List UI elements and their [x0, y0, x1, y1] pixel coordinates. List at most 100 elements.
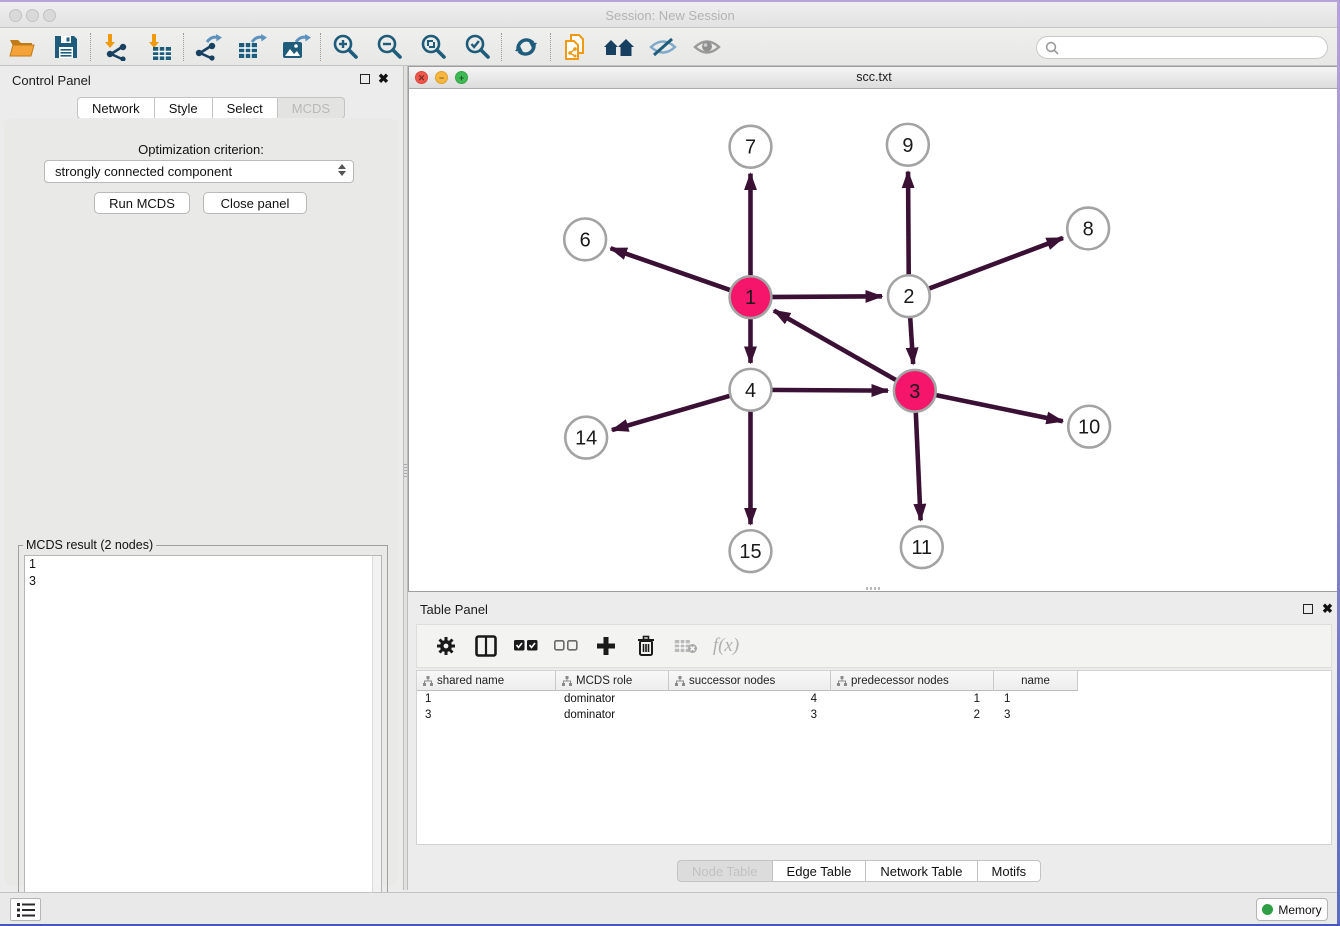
splitter-handle[interactable] — [404, 464, 407, 478]
save-session-button[interactable] — [44, 30, 88, 64]
import-table-button[interactable] — [137, 30, 181, 64]
column-header-name[interactable]: name — [994, 671, 1078, 691]
graph-node-4[interactable]: 4 — [730, 369, 772, 411]
svg-text:3: 3 — [909, 381, 920, 403]
network-canvas[interactable]: 7 9 6 8 1 2 4 3 14 10 15 11 — [409, 89, 1339, 591]
search-box[interactable] — [1036, 36, 1328, 59]
node-table-header: shared nameMCDS rolesuccessor nodesprede… — [417, 671, 1078, 691]
search-input[interactable] — [1064, 41, 1327, 55]
tab-select[interactable]: Select — [213, 97, 278, 119]
graph-node-2[interactable]: 2 — [888, 275, 930, 317]
result-scrollbar[interactable] — [372, 556, 381, 922]
new-network-from-selection-button[interactable] — [553, 30, 597, 64]
close-panel-button[interactable]: Close panel — [203, 192, 307, 214]
table-cell[interactable]: dominator — [556, 707, 669, 723]
graph-node-6[interactable]: 6 — [564, 218, 606, 260]
export-table-button[interactable] — [230, 30, 274, 64]
svg-text:1: 1 — [745, 287, 756, 309]
zoom-out-button[interactable] — [367, 30, 411, 64]
graph-node-7[interactable]: 7 — [730, 126, 772, 168]
hide-selected-button[interactable] — [641, 30, 685, 64]
column-header-shared-name[interactable]: shared name — [417, 671, 556, 691]
select-all-columns-button[interactable] — [511, 631, 541, 661]
control-panel-close-icon[interactable]: ✖ — [378, 71, 389, 87]
tab-mcds[interactable]: MCDS — [278, 97, 345, 119]
add-column-button[interactable] — [591, 631, 621, 661]
table-cell[interactable]: 1 — [831, 691, 994, 707]
tab-motifs[interactable]: Motifs — [978, 860, 1042, 882]
table-row[interactable]: 1dominator411 — [417, 691, 1078, 707]
show-columns-icon — [475, 635, 497, 657]
edge-2-8[interactable] — [909, 238, 1063, 296]
column-type-icon — [562, 676, 572, 686]
network-window-title: scc.txt — [409, 70, 1339, 84]
table-cell[interactable]: 3 — [669, 707, 831, 723]
table-cell[interactable]: 3 — [417, 707, 556, 723]
table-panel-close-icon[interactable]: ✖ — [1322, 601, 1333, 617]
table-cell[interactable]: 3 — [994, 707, 1078, 723]
zoom-in-button[interactable] — [323, 30, 367, 64]
table-cell[interactable]: 1 — [417, 691, 556, 707]
network-window-titlebar: ✕ − + scc.txt — [409, 67, 1339, 89]
network-view-window: ✕ − + scc.txt 7 9 6 8 1 2 4 3 14 10 15 11 — [408, 66, 1340, 592]
criterion-select[interactable]: strongly connected component — [44, 160, 354, 183]
show-columns-button[interactable] — [471, 631, 501, 661]
column-header-mcds-role[interactable]: MCDS role — [556, 671, 669, 691]
memory-button[interactable]: Memory — [1256, 898, 1328, 921]
table-cell[interactable]: 2 — [831, 707, 994, 723]
tab-node-table[interactable]: Node Table — [677, 860, 773, 882]
graph-node-1[interactable]: 1 — [730, 276, 772, 318]
table-cell[interactable]: dominator — [556, 691, 669, 707]
network-resize-handle[interactable] — [866, 587, 880, 590]
window-titlebar: Session: New Session — [0, 2, 1340, 28]
table-cell[interactable]: 1 — [994, 691, 1078, 707]
graph-node-10[interactable]: 10 — [1068, 406, 1110, 448]
table-cell[interactable]: 4 — [669, 691, 831, 707]
export-image-button[interactable] — [274, 30, 318, 64]
node-table[interactable]: shared nameMCDS rolesuccessor nodesprede… — [416, 670, 1332, 845]
delete-table-button[interactable] — [671, 631, 701, 661]
deselect-all-columns-button[interactable] — [551, 631, 581, 661]
tab-edge-table[interactable]: Edge Table — [773, 860, 867, 882]
show-all-button[interactable] — [685, 30, 729, 64]
graph-node-9[interactable]: 9 — [887, 124, 929, 166]
open-session-button[interactable] — [0, 30, 44, 64]
import-table-icon — [145, 33, 173, 61]
run-mcds-button[interactable]: Run MCDS — [94, 192, 190, 214]
import-network-button[interactable] — [93, 30, 137, 64]
graph-node-3[interactable]: 3 — [894, 370, 936, 412]
zoom-fit-button[interactable] — [411, 30, 455, 64]
tab-network[interactable]: Network — [77, 97, 155, 119]
graph-node-14[interactable]: 14 — [565, 417, 607, 459]
edge-3-1[interactable] — [774, 310, 915, 390]
edge-1-6[interactable] — [611, 248, 751, 297]
apply-layout-button[interactable] — [504, 30, 548, 64]
graph-node-8[interactable]: 8 — [1067, 208, 1109, 250]
control-panel-float-icon[interactable] — [360, 74, 370, 84]
edge-3-10[interactable] — [915, 391, 1063, 421]
tab-network-table[interactable]: Network Table — [866, 860, 977, 882]
control-panel-tabs: NetworkStyleSelectMCDS — [77, 97, 345, 119]
control-panel-title: Control Panel — [12, 73, 91, 88]
export-network-button[interactable] — [186, 30, 230, 64]
mcds-result-groupbox: MCDS result (2 nodes) 13 — [18, 545, 388, 926]
task-history-button[interactable] — [10, 898, 41, 921]
delete-column-button[interactable] — [631, 631, 661, 661]
column-header-successor-nodes[interactable]: successor nodes — [669, 671, 831, 691]
graph-node-15[interactable]: 15 — [730, 530, 772, 572]
zoom-selected-icon — [463, 33, 491, 61]
first-neighbors-button[interactable] — [597, 30, 641, 64]
table-panel: Table Panel ✖ — [408, 596, 1340, 890]
open-session-icon — [8, 34, 36, 60]
tab-style[interactable]: Style — [155, 97, 213, 119]
table-row[interactable]: 3dominator323 — [417, 707, 1078, 723]
settings-gear-button[interactable] — [431, 631, 461, 661]
toolbar-separator — [501, 33, 502, 61]
zoom-selected-button[interactable] — [455, 30, 499, 64]
mcds-result-list[interactable]: 13 — [24, 555, 382, 923]
table-panel-float-icon[interactable] — [1303, 604, 1313, 614]
function-builder-button[interactable]: f(x) — [711, 631, 741, 661]
table-panel-tabs: Node TableEdge TableNetwork TableMotifs — [677, 860, 1041, 882]
column-header-predecessor-nodes[interactable]: predecessor nodes — [831, 671, 994, 691]
graph-node-11[interactable]: 11 — [901, 526, 943, 568]
